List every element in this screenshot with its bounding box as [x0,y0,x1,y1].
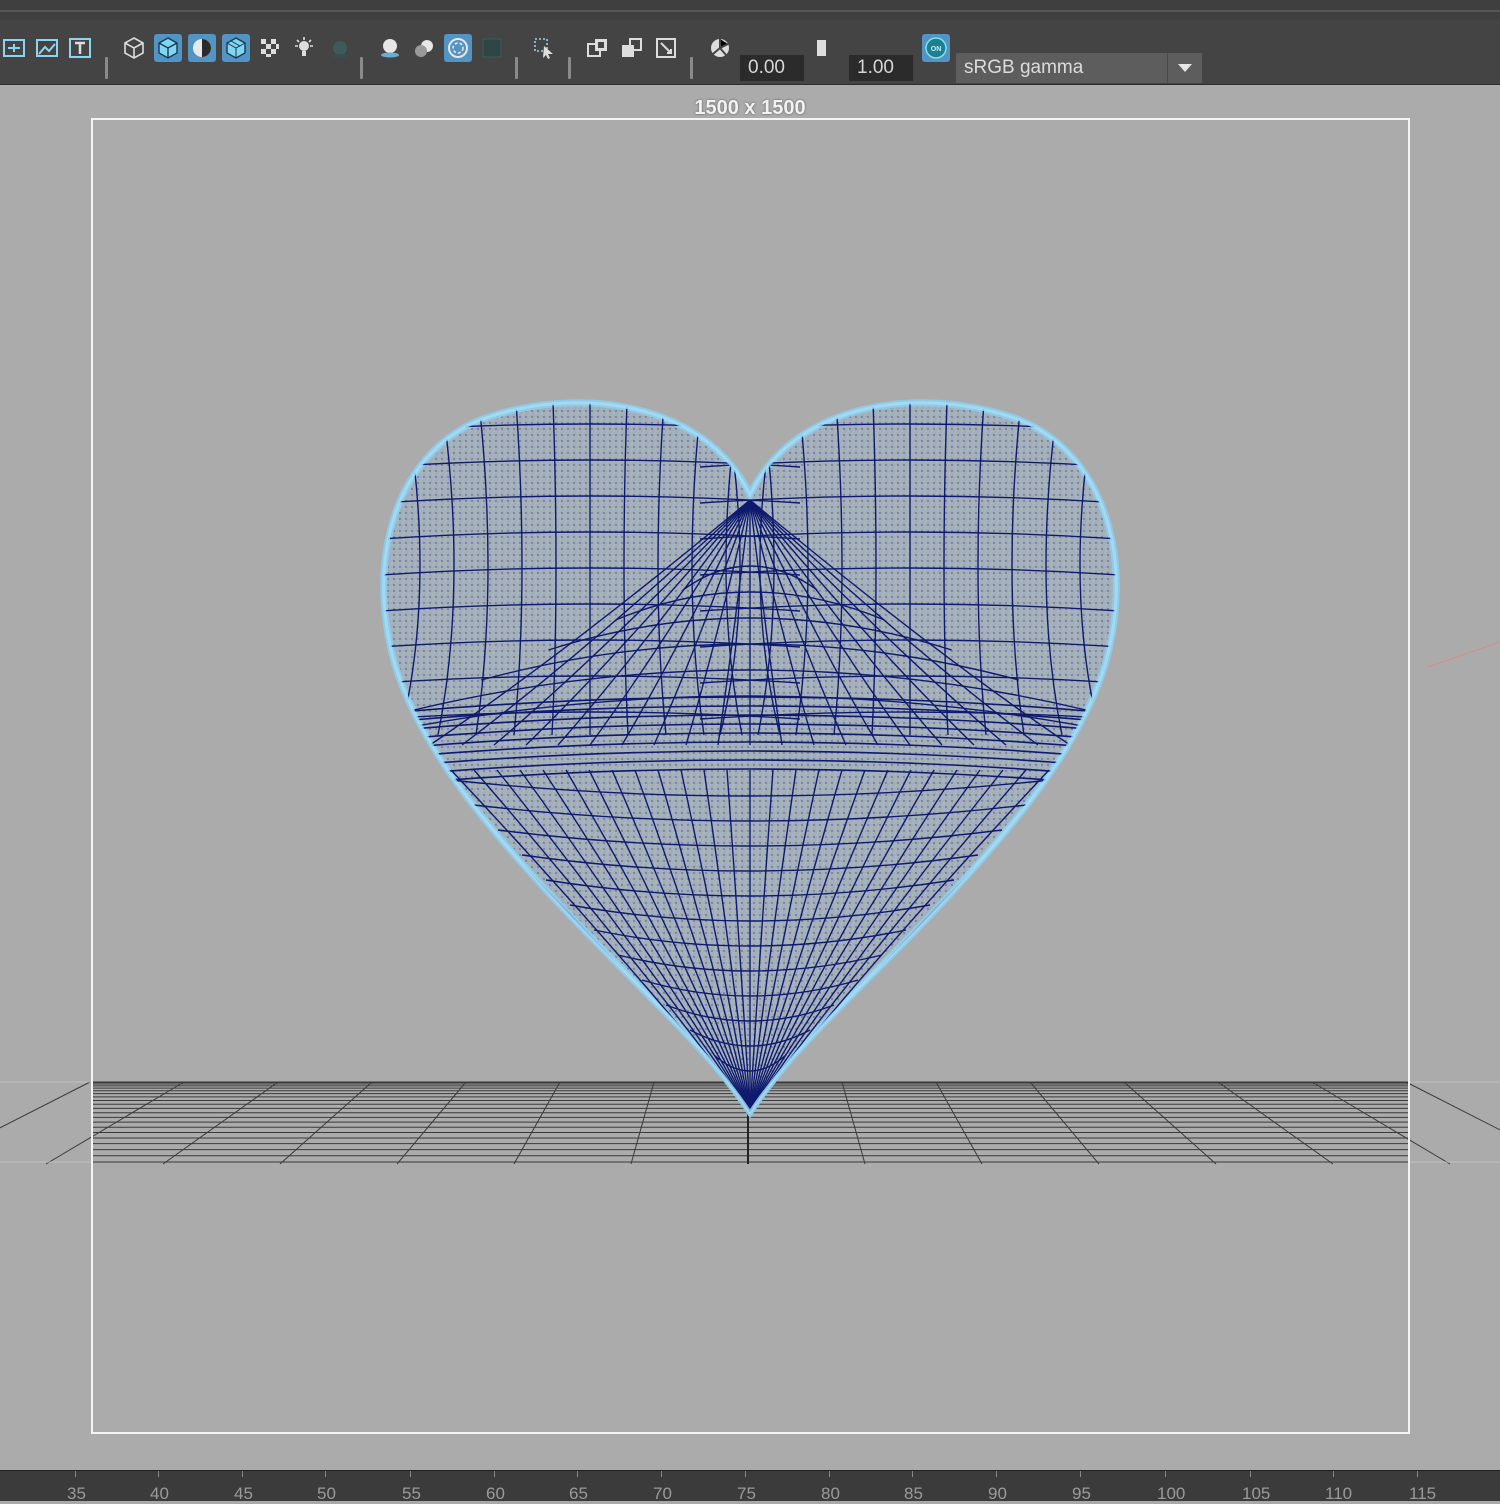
timeline-tick-mark [242,1471,243,1477]
shade-half-icon[interactable] [188,34,216,62]
timeline-tick-label: 50 [317,1484,336,1503]
timeline-tick-mark [912,1471,913,1477]
timeline-tick-label: 105 [1242,1484,1271,1503]
timeline-tick-label: 80 [821,1484,840,1503]
timeline-tick-mark [410,1471,411,1477]
screen-space-ao-icon[interactable] [376,34,404,62]
shadow-icon[interactable] [326,34,354,62]
timeline-tick-mark [1417,1471,1418,1477]
timeline-tick-mark [1250,1471,1251,1477]
frame-all-icon[interactable] [0,34,28,62]
anti-aliasing-icon[interactable] [444,34,472,62]
timeline-tick-label: 85 [904,1484,923,1503]
image-plane-icon[interactable] [33,34,61,62]
timeline-tick-mark [577,1471,578,1477]
toolbar-separator [568,57,571,79]
timeline-tick-label: 35 [67,1484,86,1503]
text-icon[interactable] [66,34,94,62]
depth-of-field-icon[interactable] [478,34,506,62]
timeline-tick-label: 40 [150,1484,169,1503]
timeline-tick-mark [325,1471,326,1477]
timeline-tick-mark [494,1471,495,1477]
timeline-tick-label: 115 [1409,1484,1437,1503]
checker-texture-icon[interactable] [256,34,284,62]
toolbar-separator [105,57,108,79]
resolution-gate [91,118,1410,1434]
xray-icon[interactable] [618,34,646,62]
timeline-tick-label: 95 [1072,1484,1091,1503]
grid-line [0,1081,91,1129]
timeline-tick-label: 100 [1157,1484,1186,1503]
color-management-icon[interactable]: ON [922,34,950,62]
timeline-tick-label: 75 [737,1484,756,1503]
wireframe-cube-icon[interactable] [120,34,148,62]
light-icon[interactable] [290,34,318,62]
toolbar-separator [360,57,363,79]
select-camera-icon[interactable] [530,34,558,62]
isolate-select-icon[interactable] [584,34,612,62]
smooth-shade-cube-icon[interactable] [154,34,182,62]
axis-hint-line [1427,641,1500,668]
timeline-tick-mark [1333,1471,1334,1477]
timeline-tick-mark [996,1471,997,1477]
timeline-tick-label: 65 [569,1484,588,1503]
toolbar-separator [515,57,518,79]
timeline-tick-label: 90 [988,1484,1007,1503]
timeline-tick-mark [745,1471,746,1477]
time-slider[interactable]: 35 40 45 50 55 60 65 70 75 80 85 90 95 100 105 110 115 [0,1470,1500,1503]
timeline-tick-label: 60 [486,1484,505,1503]
wireframe-on-shaded-icon[interactable] [222,34,250,62]
xray-joints-icon[interactable] [652,34,680,62]
timeline-tick-label: 70 [653,1484,672,1503]
timeline-tick-label: 45 [234,1484,253,1503]
grid-line [1405,1081,1500,1131]
resolution-label: 1500 x 1500 [694,97,806,119]
exposure-icon[interactable] [706,34,734,62]
timeline-tick-mark [75,1471,76,1477]
svg-text:ON: ON [931,46,942,53]
timeline-tick-label: 110 [1325,1484,1353,1503]
timeline-tick-mark [1080,1471,1081,1477]
timeline-tick-mark [829,1471,830,1477]
toolbar-separator [690,57,693,79]
timeline-tick-label: 55 [402,1484,421,1503]
timeline-tick-mark [158,1471,159,1477]
timeline-tick-mark [1165,1471,1166,1477]
timeline-tick-mark [661,1471,662,1477]
motion-blur-icon[interactable] [410,34,438,62]
gamma-icon[interactable] [812,34,840,62]
